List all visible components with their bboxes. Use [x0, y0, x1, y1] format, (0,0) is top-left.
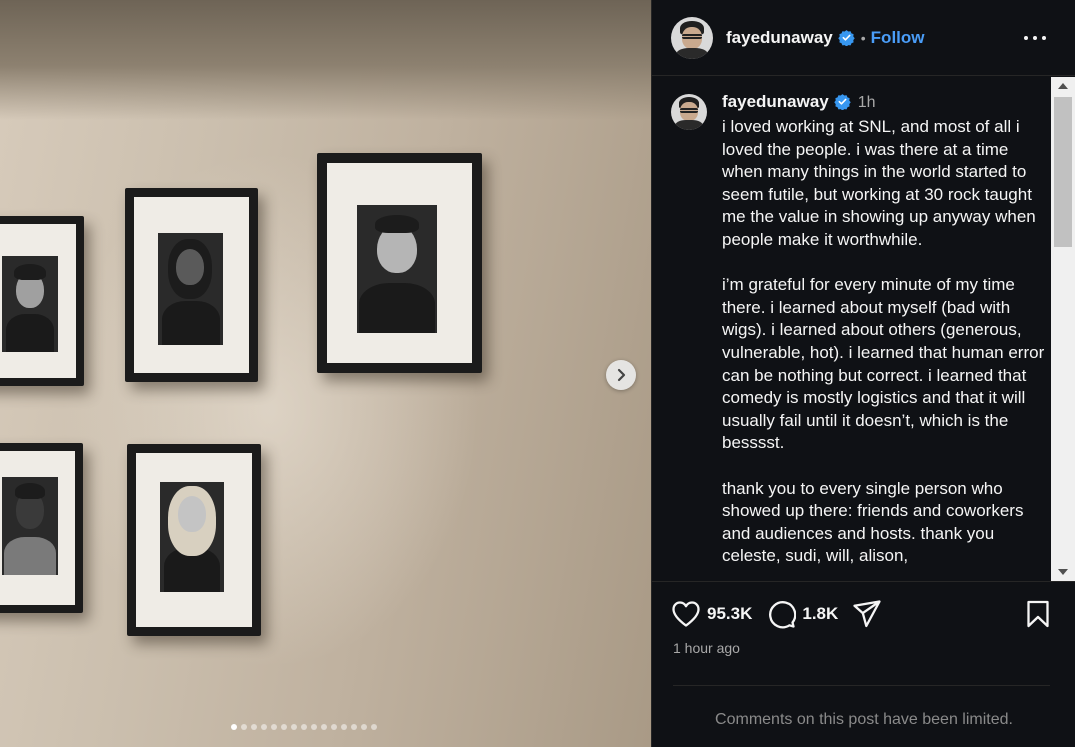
carousel-dot — [251, 724, 257, 730]
avatar[interactable] — [671, 94, 707, 130]
scroll-down-arrow-icon — [1058, 569, 1068, 575]
avatar[interactable] — [671, 16, 713, 59]
comments-limited-notice: Comments on this post have been limited. — [715, 711, 1013, 728]
caption-paragraph: i’m grateful for every minute of my time… — [722, 275, 1045, 453]
caption-paragraph: i loved working at SNL, and most of all … — [722, 117, 1036, 249]
picture-frame — [317, 153, 482, 373]
more-options-icon[interactable] — [1024, 28, 1046, 48]
carousel-dot — [351, 724, 357, 730]
caption-area[interactable]: fayedunaway 1h i loved working at SNL, a… — [652, 77, 1075, 581]
post-media[interactable] — [0, 0, 651, 747]
carousel-dot — [261, 724, 267, 730]
scrollbar-thumb[interactable] — [1054, 97, 1072, 247]
bookmark-icon — [1027, 600, 1049, 628]
carousel-dot — [271, 724, 277, 730]
carousel-dot — [331, 724, 337, 730]
carousel-dot — [291, 724, 297, 730]
carousel-dot — [231, 724, 237, 730]
caption-paragraph: thank you to every single person who sho… — [722, 478, 1024, 566]
carousel-dot — [321, 724, 327, 730]
comment-button[interactable] — [766, 599, 797, 629]
picture-frame — [125, 188, 258, 382]
separator-dot: • — [860, 29, 866, 46]
verified-badge-icon — [834, 94, 851, 110]
carousel-dot — [311, 724, 317, 730]
comment-icon — [769, 601, 797, 629]
scroll-down-button[interactable] — [1051, 563, 1075, 581]
share-button[interactable] — [852, 599, 882, 629]
post-header: fayedunaway • Follow — [652, 0, 1075, 76]
save-button[interactable] — [1026, 600, 1050, 633]
heart-icon — [672, 601, 700, 627]
like-button[interactable] — [671, 600, 701, 628]
follow-button[interactable]: Follow — [871, 28, 925, 48]
carousel-dot — [341, 724, 347, 730]
comment-count[interactable]: 1.8K — [802, 604, 838, 624]
verified-badge-icon — [838, 30, 855, 46]
picture-frame — [0, 443, 83, 613]
picture-frame — [127, 444, 261, 636]
carousel-dot — [301, 724, 307, 730]
send-icon — [853, 600, 881, 628]
carousel-dot — [281, 724, 287, 730]
next-slide-button[interactable] — [606, 360, 636, 390]
carousel-dot — [361, 724, 367, 730]
post-timestamp[interactable]: 1 hour ago — [673, 640, 740, 656]
caption-scrollbar[interactable] — [1051, 77, 1075, 581]
scroll-up-button[interactable] — [1051, 77, 1075, 95]
post-actions: 95.3K 1.8K 1 hour ago Comments on this p… — [652, 581, 1075, 747]
header-username[interactable]: fayedunaway — [726, 28, 833, 48]
caption-text: i loved working at SNL, and most of all … — [722, 116, 1047, 581]
post-panel: fayedunaway • Follow fayedunaway 1h i lo… — [651, 0, 1075, 747]
caption-header: fayedunaway 1h — [722, 92, 876, 112]
picture-frame — [0, 216, 84, 386]
caption-username[interactable]: fayedunaway — [722, 92, 829, 111]
wall-ceiling — [0, 0, 651, 120]
carousel-dot — [241, 724, 247, 730]
scroll-up-arrow-icon — [1058, 83, 1068, 89]
like-count[interactable]: 95.3K — [707, 604, 752, 624]
divider — [673, 685, 1050, 686]
carousel-dot — [371, 724, 377, 730]
carousel-indicator — [231, 724, 377, 730]
chevron-right-icon — [617, 368, 626, 382]
post-time-short: 1h — [857, 94, 876, 111]
